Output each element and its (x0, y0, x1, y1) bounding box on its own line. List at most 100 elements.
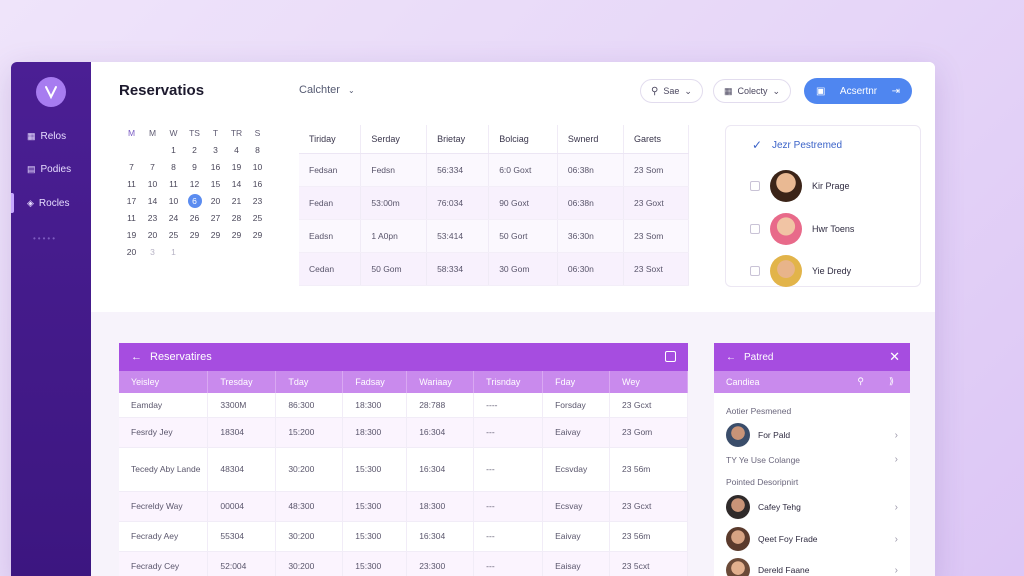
column-header[interactable]: Swnerd (557, 125, 625, 154)
close-icon[interactable]: ✕ (889, 349, 900, 365)
calendar-day[interactable]: 25 (163, 230, 184, 240)
related-link[interactable]: TY Ye Use Colange › (726, 454, 898, 465)
calendar-day[interactable]: 25 (247, 213, 268, 223)
calendar-day[interactable]: 20 (205, 196, 226, 206)
calendar-day[interactable]: 7 (121, 162, 142, 172)
table-row[interactable]: Fesrdy Jey 18304 15:200 18:300 16:304 --- Eaiv… (119, 417, 688, 448)
table-row[interactable]: Fecrady Aey 55304 30:200 15:300 16:304 --- Eai… (119, 521, 688, 552)
calendar-day[interactable]: 12 (184, 179, 205, 189)
calendar-day[interactable]: 29 (247, 230, 268, 240)
column-header[interactable]: Tday (275, 371, 344, 393)
checkbox[interactable] (750, 224, 760, 234)
table-row[interactable]: Fedan 53:00m 76:034 90 Goxt 06:38n 23 Goxt (299, 186, 689, 220)
person-row[interactable]: Hwr Toens (750, 213, 854, 245)
column-header[interactable]: Bolciag (488, 125, 558, 154)
calendar-day[interactable]: 16 (247, 179, 268, 189)
column-header[interactable]: Tresday (207, 371, 277, 393)
calendar-day[interactable]: 3 (142, 247, 163, 257)
column-header[interactable]: Fadsay (342, 371, 408, 393)
column-header[interactable]: Fday (542, 371, 611, 393)
column-header[interactable]: Brietay (426, 125, 490, 154)
calendar-day[interactable]: 1 (163, 145, 184, 155)
checkbox[interactable] (750, 266, 760, 276)
calendar-day[interactable]: 11 (163, 179, 184, 189)
column-header[interactable]: Yeisley (119, 371, 209, 393)
chevron-right-icon: › (894, 564, 898, 576)
filter-icon[interactable]: ⟫ (889, 376, 894, 387)
arrow-left-icon[interactable]: ← (131, 351, 142, 363)
calendar-day[interactable]: 3 (205, 145, 226, 155)
calendar-day[interactable]: 20 (142, 230, 163, 240)
calendar-day[interactable]: 10 (247, 162, 268, 172)
column-header[interactable]: Wariaay (406, 371, 475, 393)
table-row[interactable]: Fecreldy Way 00004 48:300 15:300 18:300 --- Ec… (119, 491, 688, 522)
calendar-day[interactable]: 16 (205, 162, 226, 172)
person-row[interactable]: Kir Prage (750, 170, 850, 202)
calendar-day[interactable]: 2 (184, 145, 205, 155)
reservations-panel: ← Reservatires Yeisley Tresday Tday Fads… (119, 343, 688, 576)
calendar-day[interactable]: 19 (226, 162, 247, 172)
calendar-day[interactable]: 24 (163, 213, 184, 223)
calendar-day[interactable]: 17 (121, 196, 142, 206)
category-pill[interactable]: ▦ Colecty ⌄ (713, 79, 792, 103)
calendar-day[interactable]: 1 (163, 247, 184, 257)
checkbox[interactable] (750, 181, 760, 191)
calendar-day[interactable]: 14 (226, 179, 247, 189)
calendar-day[interactable]: 11 (121, 179, 142, 189)
calendar-day[interactable]: 23 (142, 213, 163, 223)
column-header[interactable]: Garets (623, 125, 689, 154)
sidebar-item-relos[interactable]: ▦ Relos (11, 124, 91, 148)
calendar-day[interactable]: 6 (184, 193, 205, 208)
calendar-day[interactable]: 10 (163, 196, 184, 206)
people-card: ✓ Jezr Pestremed Kir Prage Hwr Toens Yie… (725, 125, 921, 287)
table-row[interactable]: Fedsan Fedsn 56:334 6:0 Goxt 06:38n 23 Som (299, 153, 689, 187)
calendar-day[interactable]: 7 (142, 162, 163, 172)
arrow-left-icon[interactable]: ← (726, 352, 736, 363)
column-header[interactable]: Wey (609, 371, 688, 393)
calendar-day[interactable]: 29 (226, 230, 247, 240)
grid-view-icon[interactable] (665, 351, 676, 362)
calendar-day[interactable]: 20 (121, 247, 142, 257)
related-item[interactable]: Dereld Faane › (726, 558, 898, 576)
table-row[interactable]: Cedan 50 Gom 58:334 30 Gom 06:30n 23 Soxt (299, 252, 689, 286)
calendar-day[interactable]: 29 (205, 230, 226, 240)
table-row[interactable]: Eamday 3300M 86:300 18:300 28:788 ---- Forsday… (119, 393, 688, 418)
related-panel: ← Patred ✕ Candiea ⚲ ⟫ Aotier Pesmened F… (714, 343, 910, 576)
person-row[interactable]: Yie Dredy (750, 255, 851, 287)
calendar-day[interactable]: 23 (247, 196, 268, 206)
search-icon[interactable]: ⚲ (857, 376, 864, 387)
calendar-day[interactable]: 15 (205, 179, 226, 189)
selected-day[interactable]: 6 (187, 193, 202, 208)
search-pill[interactable]: ⚲ Sae ⌄ (640, 79, 703, 103)
column-header[interactable]: Trisnday (473, 371, 544, 393)
calendar-day[interactable]: 8 (163, 162, 184, 172)
logo-icon[interactable] (36, 77, 66, 107)
calendar-day[interactable]: 29 (184, 230, 205, 240)
table-cell: 23 Gcxt (609, 491, 688, 522)
calendar-day[interactable]: 21 (226, 196, 247, 206)
calendar-day[interactable]: 14 (142, 196, 163, 206)
calendar-day[interactable]: 19 (121, 230, 142, 240)
related-item[interactable]: Qeet Foy Frade › (726, 527, 898, 551)
calendar-day[interactable]: 9 (184, 162, 205, 172)
calendar-day[interactable]: 27 (205, 213, 226, 223)
related-item[interactable]: Cafey Tehg › (726, 495, 898, 519)
sidebar-item-rocles[interactable]: ◈ Rocles (11, 191, 91, 215)
calendar-dropdown[interactable]: Calchter ⌄ (299, 84, 355, 96)
table-row[interactable]: Fecrady Cey 52:004 30:200 15:300 23:300 --- Ea… (119, 551, 688, 576)
column-header[interactable]: Serday (360, 125, 428, 154)
calendar-day[interactable]: 28 (226, 213, 247, 223)
calendar-day[interactable]: 11 (121, 213, 142, 223)
column-header[interactable]: Tiriday (299, 125, 362, 154)
calendar-day[interactable]: 26 (184, 213, 205, 223)
sidebar-item-podies[interactable]: ▤ Podies (11, 157, 91, 181)
related-item[interactable]: For Pald › (726, 423, 898, 447)
calendar-week-row: 11 23 24 26 27 28 25 (121, 209, 271, 226)
table-row[interactable]: Eadsn 1 A0pn 53:414 50 Gort 36:30n 23 Som (299, 219, 689, 253)
calendar-day[interactable]: 4 (226, 145, 247, 155)
table-row[interactable]: Tecedy Aby Lande 48304 30:200 15:300 16:304-… (119, 447, 688, 492)
calendar-week-row: 11 10 11 12 15 14 16 (121, 175, 271, 192)
primary-action-button[interactable]: ▣ Acsertnr ⇥ (804, 78, 912, 104)
calendar-day[interactable]: 10 (142, 179, 163, 189)
calendar-day[interactable]: 8 (247, 145, 268, 155)
